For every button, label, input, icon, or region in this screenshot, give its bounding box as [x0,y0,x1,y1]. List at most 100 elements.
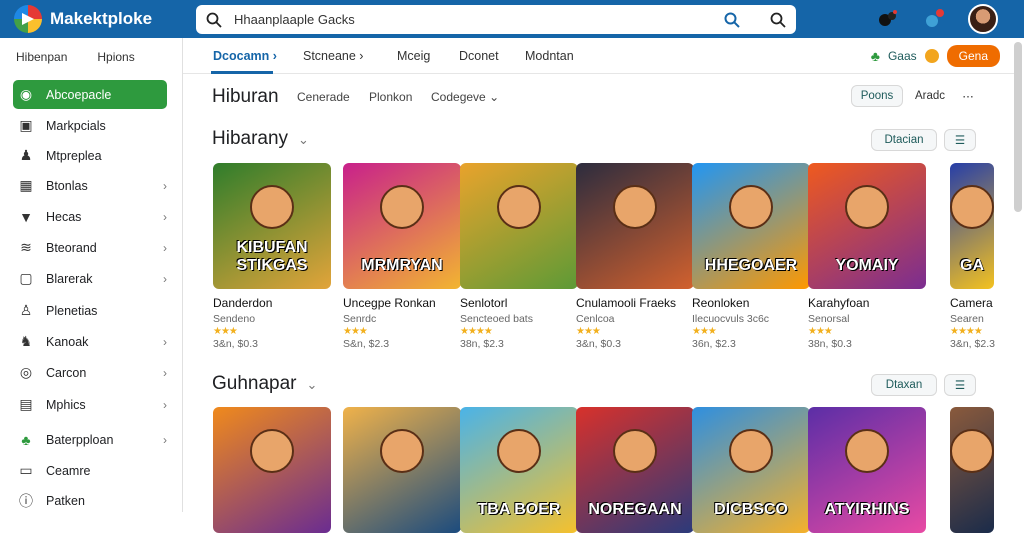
sidebar-item-10[interactable]: ▤ Mphics › [13,390,167,419]
game-subtitle: Cenlcoa [576,313,615,325]
game-card-image[interactable]: KIBUFAN STIKGAS [213,163,331,289]
section-title-text: Guhnapar [212,373,297,394]
nav-right-label[interactable]: Gaas [888,49,917,63]
sidebar-item-12[interactable]: ▭ Ceamre [13,456,167,485]
game-card-image[interactable] [576,163,694,289]
action-aradc-button[interactable]: Aradc [904,85,956,107]
sidebar-item-1[interactable]: ▣ Markpcials [13,111,167,140]
sidebar-item-6[interactable]: ▢ Blarerak › [13,264,167,293]
app-logo[interactable]: Makektploke [14,5,194,33]
filter-codegeve[interactable]: Codegeve ⌄ [431,90,499,104]
tab-modntan[interactable]: Modntan [525,49,574,63]
character-art [845,185,889,229]
tab-stcneane[interactable]: Stcneane › [303,49,363,63]
page-title: Hiburan [212,86,279,107]
notification-icon[interactable] [922,7,946,31]
game-subtitle: Sendeno [213,313,256,325]
filter-cenerade[interactable]: Cenerade [297,90,350,104]
sidebar-item-label: Carcon [46,365,87,380]
search-input[interactable]: Hhaanplaaple Gacks [234,12,724,27]
sidebar-tab[interactable]: Hibenpan [16,50,67,64]
game-title[interactable]: Camera [950,296,993,310]
section-title[interactable]: Guhnapar ⌄ [212,373,317,395]
character-art [497,429,541,473]
avatar[interactable] [968,4,998,34]
game-card-image[interactable]: MRMRYAN [343,163,461,289]
game-subtitle: Sencteoed bats [460,313,533,325]
tab-mceig[interactable]: Mceig [397,49,430,63]
character-art [613,429,657,473]
card-art-text: KIBUFAN STIKGAS [236,239,308,274]
sidebar-item-0[interactable]: ◉ Abcoepacle [13,80,167,109]
section-action-button[interactable]: Dtacian [871,129,937,151]
game-card-image[interactable]: DICBSCO [692,407,810,533]
sidebar-item-4[interactable]: ▼ Hecas › [13,202,167,231]
game-card-image[interactable]: ATYIRHINS [808,407,926,533]
section-title[interactable]: Hibarany ⌄ [212,128,309,150]
scrollbar[interactable] [1014,42,1022,212]
game-title[interactable]: Senlotorl [460,296,507,310]
search-alt-icon[interactable] [770,12,786,28]
game-title[interactable]: Danderdon [213,296,272,310]
search-bar[interactable]: Hhaanplaaple Gacks [196,5,796,34]
sidebar-tab[interactable]: Hpions [97,50,134,64]
game-card-image[interactable]: NOREGAAN [576,407,694,533]
filter-plonkon[interactable]: Plonkon [369,90,412,104]
chevron-right-icon: › [163,432,167,447]
tab-dcocamn[interactable]: Dcocamn › [213,49,277,63]
card-art-text: NOREGAAN [588,501,682,518]
game-card-image[interactable] [950,407,994,533]
game-title[interactable]: Cnulamooli Fraeks [576,296,676,310]
game-title[interactable]: Reonloken [692,296,749,310]
character-art [729,185,773,229]
game-price: 38n, $2.3 [460,338,504,350]
game-card-image[interactable]: YOMAIY [808,163,926,289]
people-icon: ♣ [870,48,880,64]
tab-dconet[interactable]: Dconet [459,49,499,63]
more-icon[interactable]: ⋯ [957,85,979,107]
game-card-image[interactable]: GA [950,163,994,289]
controller-icon[interactable] [876,7,900,31]
game-card-image[interactable] [460,163,578,289]
game-card-image[interactable] [213,407,331,533]
sidebar-item-label: Plenetias [46,303,98,318]
rating-stars: ★★★ [213,326,238,337]
card-art-text: ATYIRHINS [824,501,910,518]
sidebar-item-5[interactable]: ≋ Bteorand › [13,233,167,262]
sidebar-item-label: Hecas [46,209,82,224]
game-card-image[interactable]: HHEGOAER [692,163,810,289]
sidebar-item-2[interactable]: ♟ Mtpreplea [13,141,167,170]
game-card-image[interactable]: TBA BOER [460,407,578,533]
wave-icon: ≋ [20,239,32,255]
sidebar-item-13[interactable]: ⓘ Patken [13,486,167,515]
sidebar-item-label: Kanoak [46,334,89,349]
sidebar-item-3[interactable]: ▦ Btonlas › [13,171,167,200]
sidebar-item-label: Mtpreplea [46,148,102,163]
nav-button[interactable]: Gena [946,45,1000,67]
sidebar-item-9[interactable]: ◎ Carcon › [13,358,167,387]
character-art [950,185,994,229]
game-title[interactable]: Uncegpe Ronkan [343,296,436,310]
rating-stars: ★★★ [692,326,717,337]
chevron-right-icon: › [163,397,167,412]
game-title[interactable]: Karahyfoan [808,296,869,310]
game-card-image[interactable] [343,407,461,533]
sidebar-item-7[interactable]: ♙ Plenetias [13,296,167,325]
filter-icon[interactable]: ☰ [944,374,976,396]
action-poons-button[interactable]: Poons [851,85,903,107]
character-art [845,429,889,473]
filter-icon[interactable]: ☰ [944,129,976,151]
section-action-button[interactable]: Dtaxan [871,374,937,396]
chevron-right-icon: › [163,334,167,349]
game-subtitle: Searen [950,313,984,325]
sidebar-item-11[interactable]: ♣ Baterpploan › [13,425,167,454]
rating-stars: ★★★★ [460,326,493,337]
rating-stars: ★★★ [343,326,368,337]
search-submit-icon[interactable] [724,12,740,28]
game-price: 3&n, $2.3 [950,338,995,350]
sidebar-item-label: Mphics [46,397,86,412]
card-art-text: GA [960,257,984,274]
sidebar-item-8[interactable]: ♞ Kanoak › [13,327,167,356]
coin-icon [924,49,939,63]
nav-tabs: Dcocamn › Stcneane › Mceig Dconet Modnta… [183,38,1018,74]
